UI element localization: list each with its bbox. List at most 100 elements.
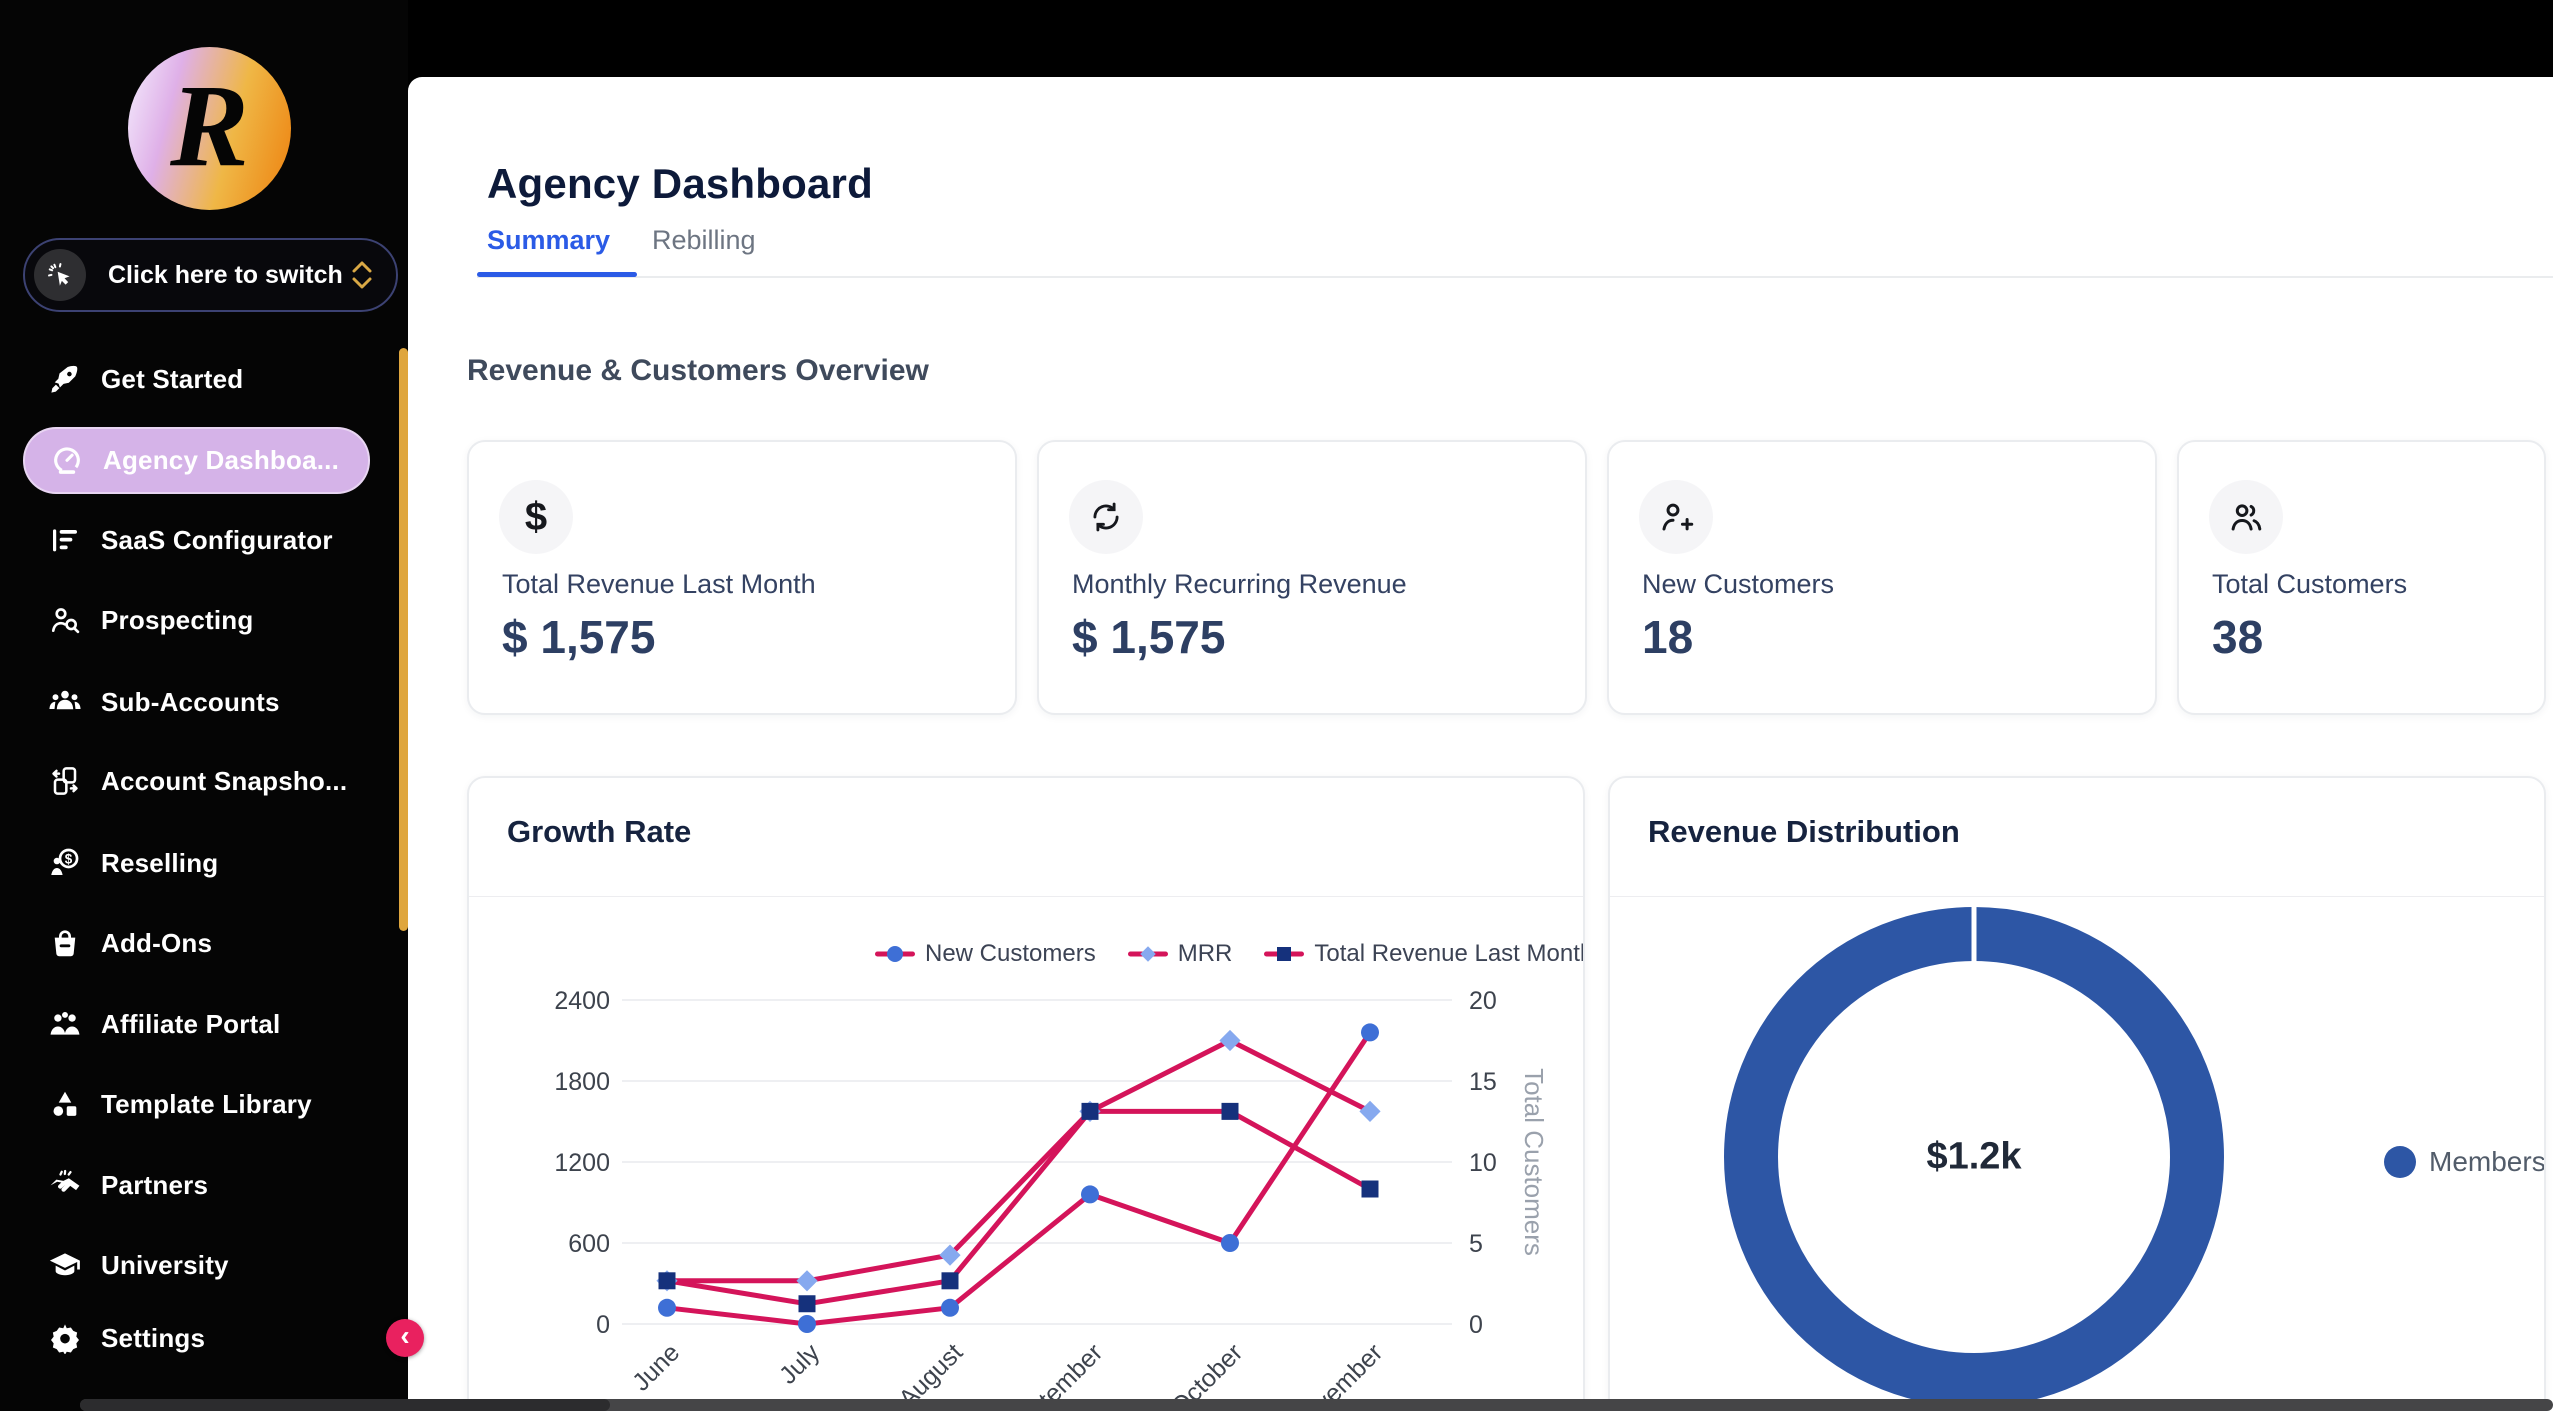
svg-text:10: 10 [1469, 1149, 1497, 1177]
metric-label: New Customers [1642, 569, 1834, 600]
svg-text:1800: 1800 [554, 1068, 610, 1096]
refresh-icon [1088, 499, 1124, 535]
metric-label: Total Revenue Last Month [502, 569, 816, 600]
bag-icon [47, 925, 83, 961]
metric-value: 18 [1642, 610, 1693, 664]
svg-text:15: 15 [1469, 1068, 1497, 1096]
section-heading: Revenue & Customers Overview [467, 354, 929, 388]
svg-text:0: 0 [1469, 1311, 1483, 1339]
svg-text:$: $ [65, 851, 73, 866]
sidebar-item-label: Affiliate Portal [101, 1009, 280, 1040]
person-plus-icon [1658, 499, 1694, 535]
sidebar-item-university[interactable]: University [23, 1235, 370, 1295]
sidebar-item-label: Add-Ons [101, 928, 212, 959]
sidebar-item-label: Partners [101, 1170, 208, 1201]
horizontal-scrollbar-thumb[interactable] [80, 1399, 610, 1411]
revenue-distribution-card: Revenue Distribution $1.2k Memberships [1608, 776, 2546, 1411]
svg-text:1200: 1200 [554, 1149, 610, 1177]
app-window: R Click here to switch Get Started Agency… [0, 0, 2553, 1411]
tab-summary[interactable]: Summary [487, 225, 610, 256]
dollar-icon: $ [525, 495, 547, 540]
sidebar-item-settings[interactable]: Settings [23, 1308, 370, 1368]
sidebar-item-account-snapsho[interactable]: Account Snapsho... [23, 751, 370, 811]
sidebar-item-get-started[interactable]: Get Started [23, 349, 370, 409]
metric-value: $ 1,575 [502, 610, 655, 664]
chevron-up-down-icon [350, 259, 374, 291]
sidebar-item-template-library[interactable]: Template Library [23, 1074, 370, 1134]
sidebar: R Click here to switch Get Started Agency… [0, 0, 408, 1411]
sidebar-item-saas-configurator[interactable]: SaaS Configurator [23, 510, 370, 570]
sidebar-item-partners[interactable]: Partners [23, 1155, 370, 1215]
chevron-left-icon: ‹ [400, 1322, 409, 1350]
metric-icon-circle [1639, 480, 1713, 554]
metric-icon-circle: $ [499, 480, 573, 554]
sidebar-item-label: Get Started [101, 364, 243, 395]
growth-line-chart: 060012001800240005101520Total CustomersJ… [469, 923, 1585, 1411]
svg-text:0: 0 [596, 1311, 610, 1339]
sidebar-item-add-ons[interactable]: Add-Ons [23, 913, 370, 973]
svg-text:July: July [774, 1338, 826, 1390]
metric-label: Monthly Recurring Revenue [1072, 569, 1407, 600]
handshake-icon [47, 1167, 83, 1203]
snapshot-icon [47, 763, 83, 799]
card-divider [1610, 896, 2544, 897]
metric-value: 38 [2212, 610, 2263, 664]
sidebar-item-label: Template Library [101, 1089, 312, 1120]
sidebar-item-label: Settings [101, 1323, 205, 1354]
metric-value: $ 1,575 [1072, 610, 1225, 664]
svg-text:June: June [627, 1338, 685, 1396]
switch-account-label: Click here to switch [108, 261, 343, 290]
people-icon [2228, 499, 2264, 535]
growth-rate-title: Growth Rate [507, 814, 691, 850]
rocket-icon [47, 361, 83, 397]
people-group-icon [47, 684, 83, 720]
sidebar-item-reselling[interactable]: $ Reselling [23, 833, 370, 893]
svg-text:600: 600 [568, 1230, 610, 1258]
active-tab-underline [477, 272, 637, 277]
affiliates-icon [47, 1006, 83, 1042]
shapes-icon [47, 1086, 83, 1122]
agency-logo: R [128, 47, 291, 210]
svg-text:2400: 2400 [554, 987, 610, 1015]
sidebar-item-agency-dashboa[interactable]: Agency Dashboa... [23, 427, 370, 494]
donut-center-value: $1.2k [1926, 1136, 2021, 1179]
person-search-icon [47, 602, 83, 638]
revenue-distribution-title: Revenue Distribution [1648, 814, 1960, 850]
speedometer-icon [49, 443, 85, 479]
metric-label: Total Customers [2212, 569, 2407, 600]
metric-card-new-customers: New Customers 18 [1607, 440, 2157, 715]
tab-rebilling[interactable]: Rebilling [652, 225, 756, 256]
sidebar-scrollbar[interactable] [399, 348, 408, 931]
main-content: Agency Dashboard Summary Rebilling Reven… [408, 77, 2553, 1411]
legend-dot-icon [2384, 1146, 2416, 1178]
sidebar-collapse-button[interactable]: ‹ [386, 1319, 424, 1357]
switch-account-button[interactable]: Click here to switch [23, 238, 398, 312]
svg-text:Total Customers: Total Customers [1519, 1068, 1549, 1256]
sidebar-item-sub-accounts[interactable]: Sub-Accounts [23, 672, 370, 732]
sidebar-item-label: Agency Dashboa... [103, 445, 339, 476]
growth-rate-card: Growth Rate New CustomersMRRTotal Revenu… [467, 776, 1585, 1411]
logo-letter: R [170, 67, 249, 185]
gear-icon [47, 1320, 83, 1356]
metric-card-monthly-recurring-revenue: Monthly Recurring Revenue $ 1,575 [1037, 440, 1587, 715]
metric-icon-circle [1069, 480, 1143, 554]
tabs-divider [477, 276, 2553, 278]
sidebar-item-label: University [101, 1250, 229, 1281]
sidebar-item-prospecting[interactable]: Prospecting [23, 590, 370, 650]
metric-card-total-revenue-last-month: $ Total Revenue Last Month $ 1,575 [467, 440, 1017, 715]
card-divider [469, 896, 1583, 897]
sidebar-item-label: Account Snapsho... [101, 766, 347, 797]
sidebar-item-affiliate-portal[interactable]: Affiliate Portal [23, 994, 370, 1054]
cursor-click-icon [34, 249, 86, 301]
bar-chart-icon [47, 522, 83, 558]
svg-text:5: 5 [1469, 1230, 1483, 1258]
sidebar-item-label: Reselling [101, 848, 218, 879]
page-title: Agency Dashboard [487, 160, 873, 208]
sidebar-item-label: Prospecting [101, 605, 253, 636]
horizontal-scrollbar[interactable] [80, 1399, 2553, 1411]
coin-person-icon: $ [47, 845, 83, 881]
donut-legend-item[interactable]: Memberships [2384, 1146, 2546, 1178]
metric-icon-circle [2209, 480, 2283, 554]
sidebar-item-label: Sub-Accounts [101, 687, 280, 718]
sidebar-item-label: SaaS Configurator [101, 525, 333, 556]
